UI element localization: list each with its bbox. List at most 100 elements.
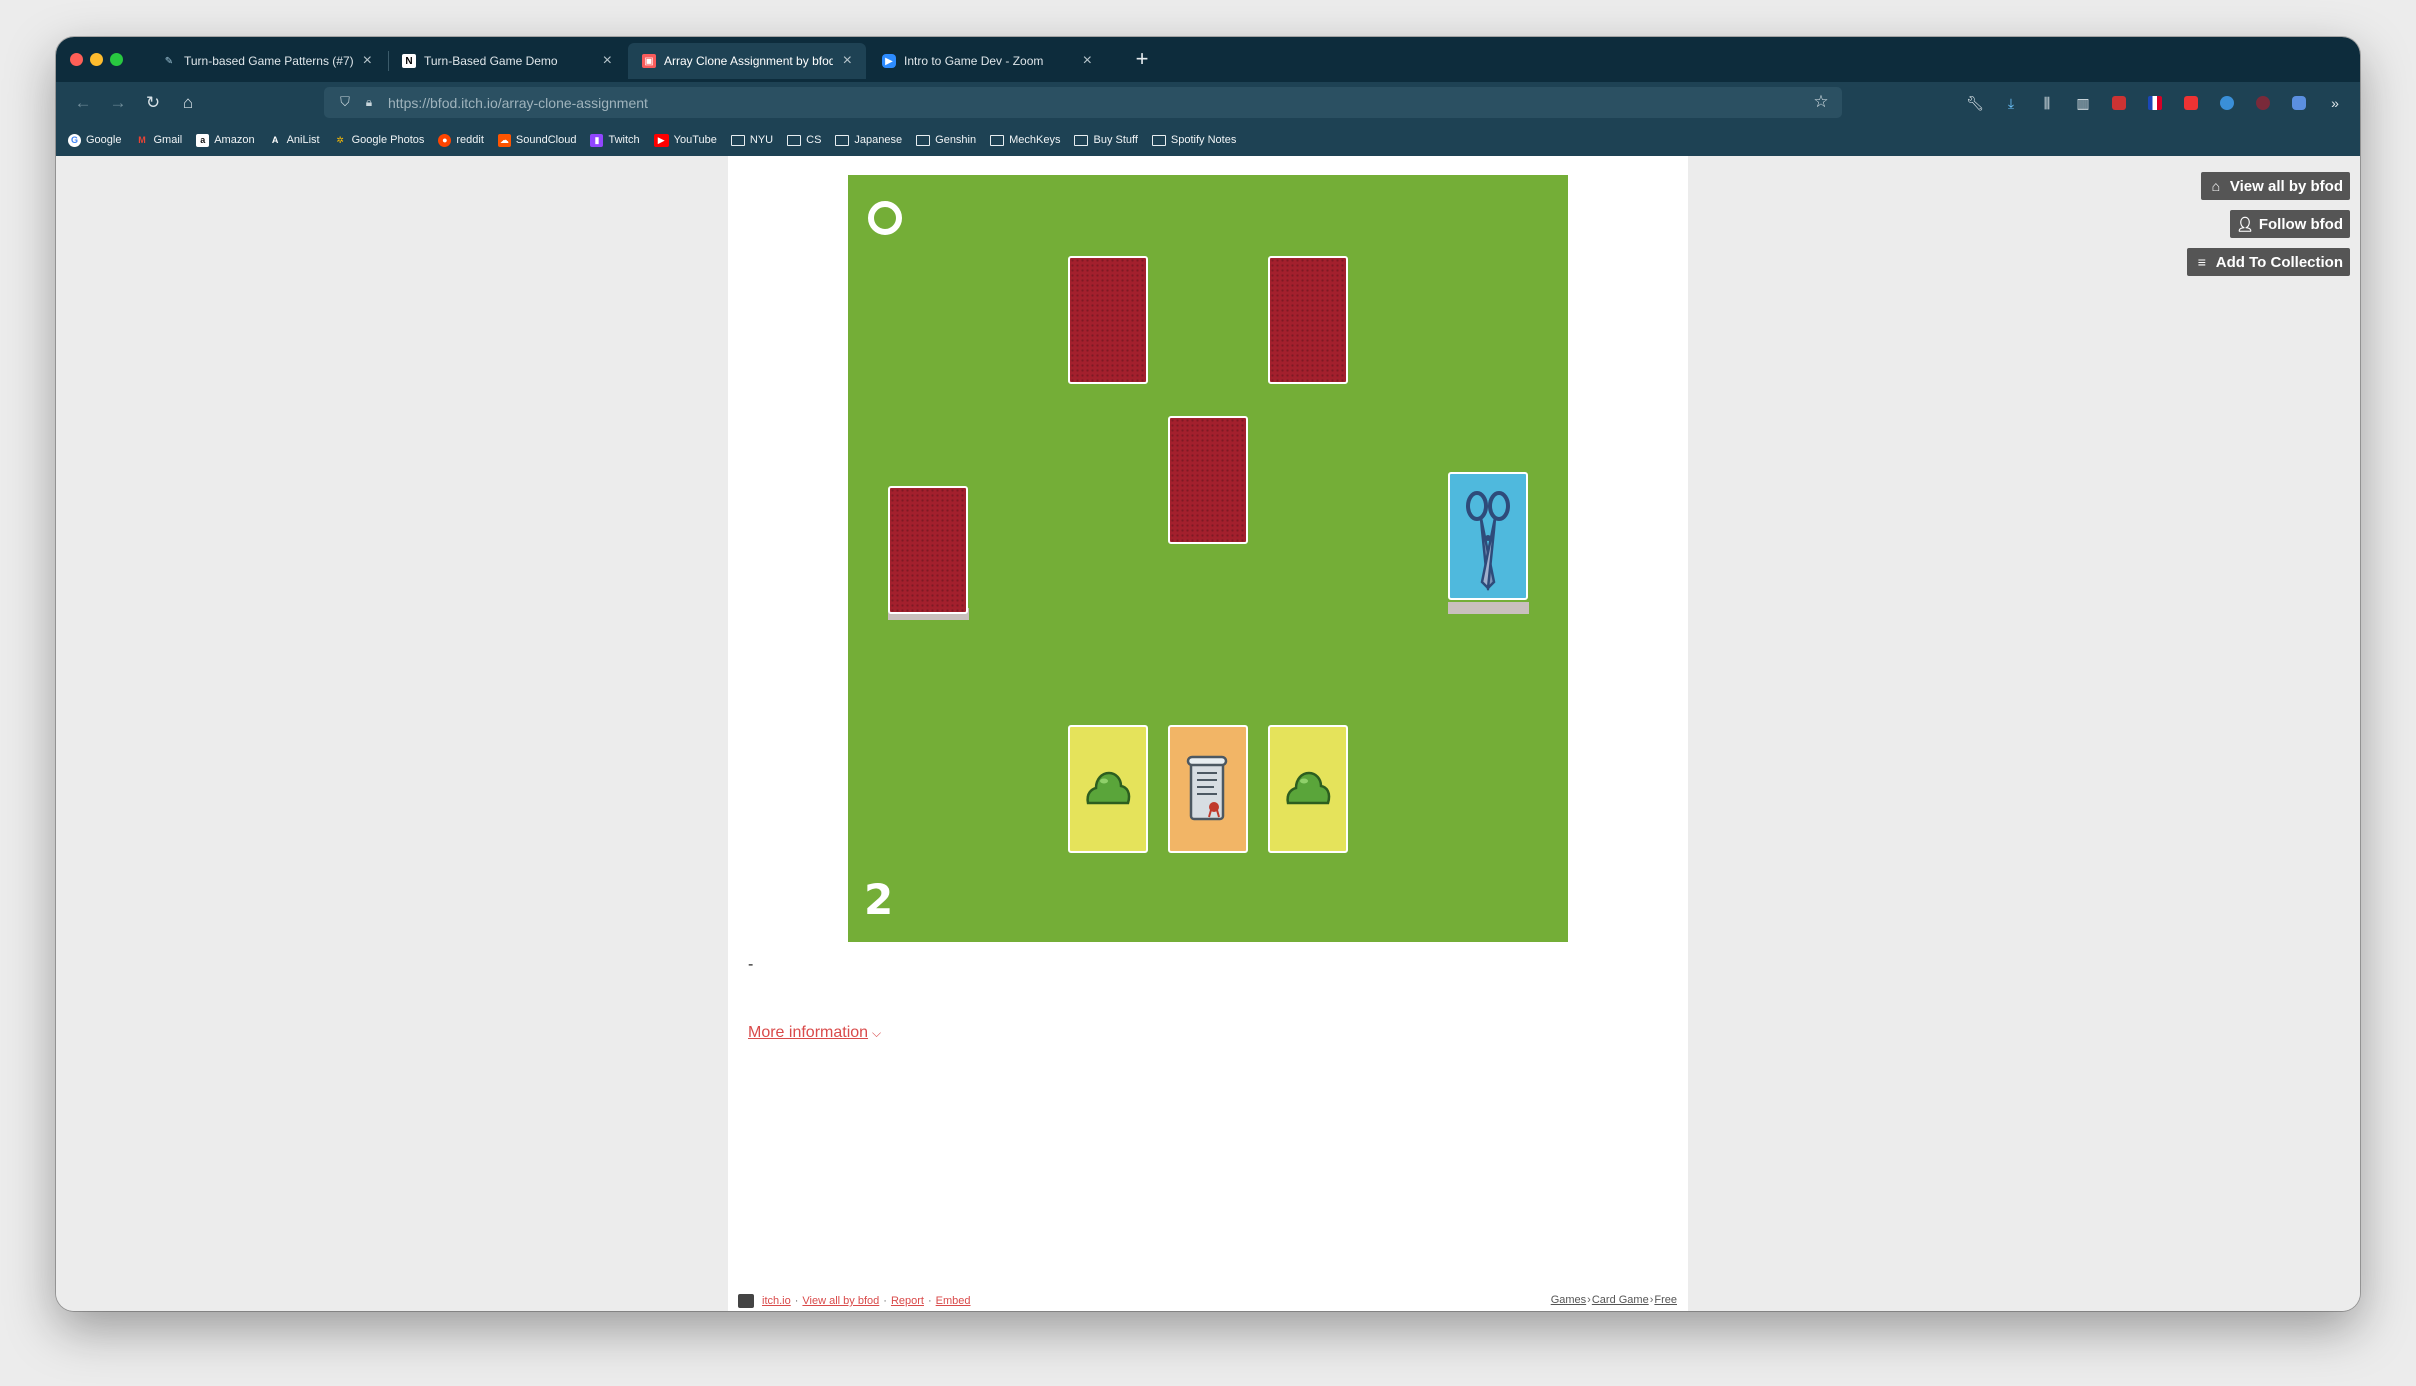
game-page-column: 2 - More information ⌵ itch.io · View all…: [728, 156, 1688, 1311]
game-description: -: [748, 956, 754, 973]
bookmark-google[interactable]: G Google: [68, 133, 121, 147]
bookmark-amazon[interactable]: a Amazon: [196, 133, 255, 147]
tab-array-clone-assignment[interactable]: ▣ Array Clone Assignment by bfod ×: [628, 43, 866, 79]
bookmark-folder-japanese[interactable]: Japanese: [835, 134, 902, 146]
scroll-icon: [1186, 755, 1228, 821]
hand-card-slime[interactable]: [1068, 725, 1148, 853]
extension-globe-icon[interactable]: [2216, 92, 2238, 114]
bookmark-folder-buy-stuff[interactable]: Buy Stuff: [1074, 134, 1138, 146]
tab-label: Turn-Based Game Demo: [424, 54, 558, 68]
tab-turn-based-patterns[interactable]: ✎ Turn-based Game Patterns (#7) ×: [148, 43, 386, 79]
twitch-icon: ▮: [590, 133, 604, 147]
folder-icon: [1151, 134, 1166, 146]
tab-label: Intro to Game Dev - Zoom: [904, 54, 1044, 68]
library-icon[interactable]: ⫼: [2036, 92, 2058, 114]
extension-chat-icon[interactable]: [2288, 92, 2310, 114]
follow-bfod-button[interactable]: 👤︎ Follow bfod: [2229, 210, 2350, 238]
google-icon: G: [68, 133, 81, 147]
bookmark-folder-genshin[interactable]: Genshin: [916, 134, 976, 146]
overflow-chevron-icon[interactable]: »: [2324, 92, 2346, 114]
footer-separator: ·: [883, 1295, 887, 1307]
report-link[interactable]: Report: [891, 1295, 924, 1307]
more-information-link[interactable]: More information ⌵: [748, 1024, 881, 1042]
right-deck-stack: [1448, 602, 1529, 614]
bookmark-twitch[interactable]: ▮ Twitch: [590, 133, 640, 147]
address-bar[interactable]: ⛉ 🔒︎ ☆: [324, 87, 1842, 118]
minimize-window-button[interactable]: [90, 53, 103, 66]
close-tab-icon[interactable]: ×: [603, 52, 612, 70]
navigation-bar: ← → ↻ ⌂ ⛉ 🔒︎ ☆ 🔧︎ ⤓ ⫼ ▥ » ≡: [56, 82, 2360, 124]
bookmark-folder-nyu[interactable]: NYU: [730, 134, 773, 146]
tab-strip: ✎ Turn-based Game Patterns (#7) × N Turn…: [56, 37, 2360, 82]
hand-card-scroll[interactable]: [1168, 725, 1248, 853]
extension-red-icon[interactable]: [2108, 92, 2130, 114]
bookmark-youtube[interactable]: ▶ YouTube: [653, 133, 717, 147]
tracking-shield-icon[interactable]: ⛉: [336, 93, 354, 111]
add-to-collection-button[interactable]: ≡ Add To Collection: [2186, 248, 2350, 276]
bookmark-google-photos[interactable]: ✲ Google Photos: [334, 134, 424, 147]
breadcrumb-free[interactable]: Free: [1654, 1294, 1677, 1306]
view-all-by-bfod-button[interactable]: ⌂ View all by bfod: [2200, 172, 2350, 200]
extension-flag-icon[interactable]: [2144, 92, 2166, 114]
left-deck-card[interactable]: [888, 486, 968, 614]
itch-icon: ▣: [642, 54, 656, 68]
folder-icon: [1074, 134, 1089, 146]
embed-link[interactable]: Embed: [936, 1295, 971, 1307]
breadcrumb-card-game[interactable]: Card Game: [1592, 1294, 1649, 1306]
game-canvas[interactable]: 2: [848, 175, 1568, 942]
add-user-icon: 👤︎: [2235, 215, 2254, 232]
tab-zoom[interactable]: ▶ Intro to Game Dev - Zoom ×: [868, 43, 1106, 79]
page-footer: itch.io · View all by bfod · Report · Em…: [728, 1294, 1688, 1311]
breadcrumb-separator: ›: [1587, 1294, 1591, 1306]
right-deck-scissors-card[interactable]: [1448, 472, 1528, 600]
bookmark-reddit[interactable]: ● reddit: [438, 133, 484, 147]
folder-icon: [787, 134, 802, 146]
slime-icon: [1086, 771, 1131, 805]
pencil-icon: ✎: [164, 55, 174, 67]
lock-icon[interactable]: 🔒︎: [360, 93, 378, 111]
bookmark-folder-mechkeys[interactable]: MechKeys: [990, 134, 1060, 146]
close-tab-icon[interactable]: ×: [1083, 52, 1092, 70]
turn-counter: 2: [864, 875, 894, 924]
center-played-card[interactable]: [1168, 416, 1248, 544]
forward-button[interactable]: →: [105, 90, 131, 116]
folder-icon: [730, 134, 745, 146]
sidebar-icon[interactable]: ▥: [2072, 92, 2094, 114]
extension-circle-icon[interactable]: [2252, 92, 2274, 114]
tab-label: Array Clone Assignment by bfod: [664, 54, 833, 68]
itch-io-link[interactable]: itch.io: [762, 1295, 791, 1307]
breadcrumb-games[interactable]: Games: [1551, 1294, 1586, 1306]
footer-view-all-link[interactable]: View all by bfod: [802, 1295, 879, 1307]
folder-icon: [990, 134, 1005, 146]
download-icon[interactable]: ⤓: [2000, 92, 2022, 114]
bookmark-soundcloud[interactable]: ☁ SoundCloud: [497, 133, 576, 147]
itch-logo-icon[interactable]: [738, 1294, 754, 1308]
back-button[interactable]: ←: [70, 90, 96, 116]
opponent-card: [1268, 256, 1348, 384]
google-photos-icon: ✲: [336, 134, 344, 145]
tab-turn-based-demo[interactable]: N Turn-Based Game Demo ×: [388, 43, 626, 79]
url-input[interactable]: [388, 91, 1768, 114]
extension-shield-icon[interactable]: [2180, 92, 2202, 114]
new-tab-button[interactable]: +: [1128, 45, 1156, 73]
footer-separator: ·: [794, 1295, 799, 1307]
hand-card-slime[interactable]: [1268, 725, 1348, 853]
close-window-button[interactable]: [70, 53, 83, 66]
close-tab-icon[interactable]: ×: [363, 52, 372, 70]
reload-button[interactable]: ↻: [140, 90, 166, 116]
youtube-icon: ▶: [653, 133, 669, 147]
bookmark-folder-spotify-notes[interactable]: Spotify Notes: [1151, 134, 1236, 146]
amazon-icon: a: [196, 133, 210, 147]
home-button[interactable]: ⌂: [175, 90, 201, 116]
bookmark-star-icon[interactable]: ☆: [1810, 91, 1832, 113]
itch-store-icon: ⌂: [2211, 178, 2221, 194]
close-tab-icon[interactable]: ×: [843, 52, 852, 70]
bookmark-folder-cs[interactable]: CS: [787, 134, 821, 146]
bookmark-gmail[interactable]: M Gmail: [135, 134, 182, 147]
more-information-label: More information: [748, 1024, 869, 1041]
bookmark-anilist[interactable]: A AniList: [269, 134, 320, 147]
zoom-window-button[interactable]: [110, 53, 123, 66]
wrench-icon[interactable]: 🔧︎: [1964, 92, 1986, 114]
breadcrumb-separator: ›: [1649, 1294, 1654, 1306]
folder-icon: [835, 134, 850, 146]
